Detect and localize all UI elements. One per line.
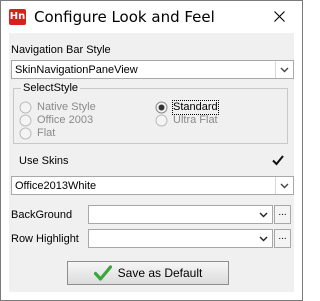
native-style-radio[interactable]: [19, 101, 32, 114]
green-checkmark-icon: [93, 265, 112, 281]
row-highlight-browse-button[interactable]: ...: [274, 229, 291, 248]
chevron-down-icon[interactable]: [255, 206, 272, 223]
navigation-bar-style-dropdown[interactable]: SkinNavigationPaneView: [11, 60, 294, 79]
standard-radio[interactable]: [155, 101, 168, 114]
close-icon: [274, 11, 285, 22]
skin-value: Office2013White: [15, 180, 97, 192]
use-skins-label: Use Skins: [19, 155, 69, 167]
skin-dropdown[interactable]: Office2013White: [11, 176, 294, 195]
flat-radio[interactable]: [19, 127, 32, 140]
chevron-down-icon[interactable]: [275, 61, 293, 78]
configure-look-and-feel-window: Hn Configure Look and Feel Navigation Ba…: [0, 0, 303, 301]
background-browse-button[interactable]: ...: [274, 205, 291, 224]
background-label: BackGround: [11, 209, 73, 221]
title-bar[interactable]: Hn Configure Look and Feel: [1, 1, 302, 33]
native-style-label: Native Style: [37, 101, 96, 113]
select-style-legend: SelectStyle: [21, 81, 81, 95]
standard-label: Standard: [172, 100, 219, 115]
select-style-group: SelectStyle Native Style Office 2003 Fla…: [13, 81, 288, 144]
dialog-body: Navigation Bar Style SkinNavigationPaneV…: [9, 33, 294, 292]
office-2003-label: Office 2003: [37, 114, 94, 126]
ultra-flat-label: Ultra Flat: [173, 114, 218, 126]
save-as-default-label: Save as Default: [117, 266, 203, 280]
window-title: Configure Look and Feel: [34, 8, 215, 26]
flat-label: Flat: [37, 127, 56, 139]
save-as-default-button[interactable]: Save as Default: [67, 261, 229, 285]
navigation-bar-style-value: SkinNavigationPaneView: [15, 64, 138, 76]
use-skins-checkbox[interactable]: [271, 153, 285, 167]
app-icon: Hn: [9, 9, 26, 25]
background-color-dropdown[interactable]: [88, 205, 273, 224]
ultra-flat-radio[interactable]: [155, 114, 168, 127]
chevron-down-icon[interactable]: [275, 177, 293, 194]
chevron-down-icon[interactable]: [255, 230, 272, 247]
office-2003-radio[interactable]: [19, 114, 32, 127]
row-highlight-color-dropdown[interactable]: [88, 229, 273, 248]
navigation-bar-style-label: Navigation Bar Style: [11, 44, 111, 56]
close-button[interactable]: [257, 1, 302, 32]
row-highlight-label: Row Highlight: [11, 233, 79, 245]
